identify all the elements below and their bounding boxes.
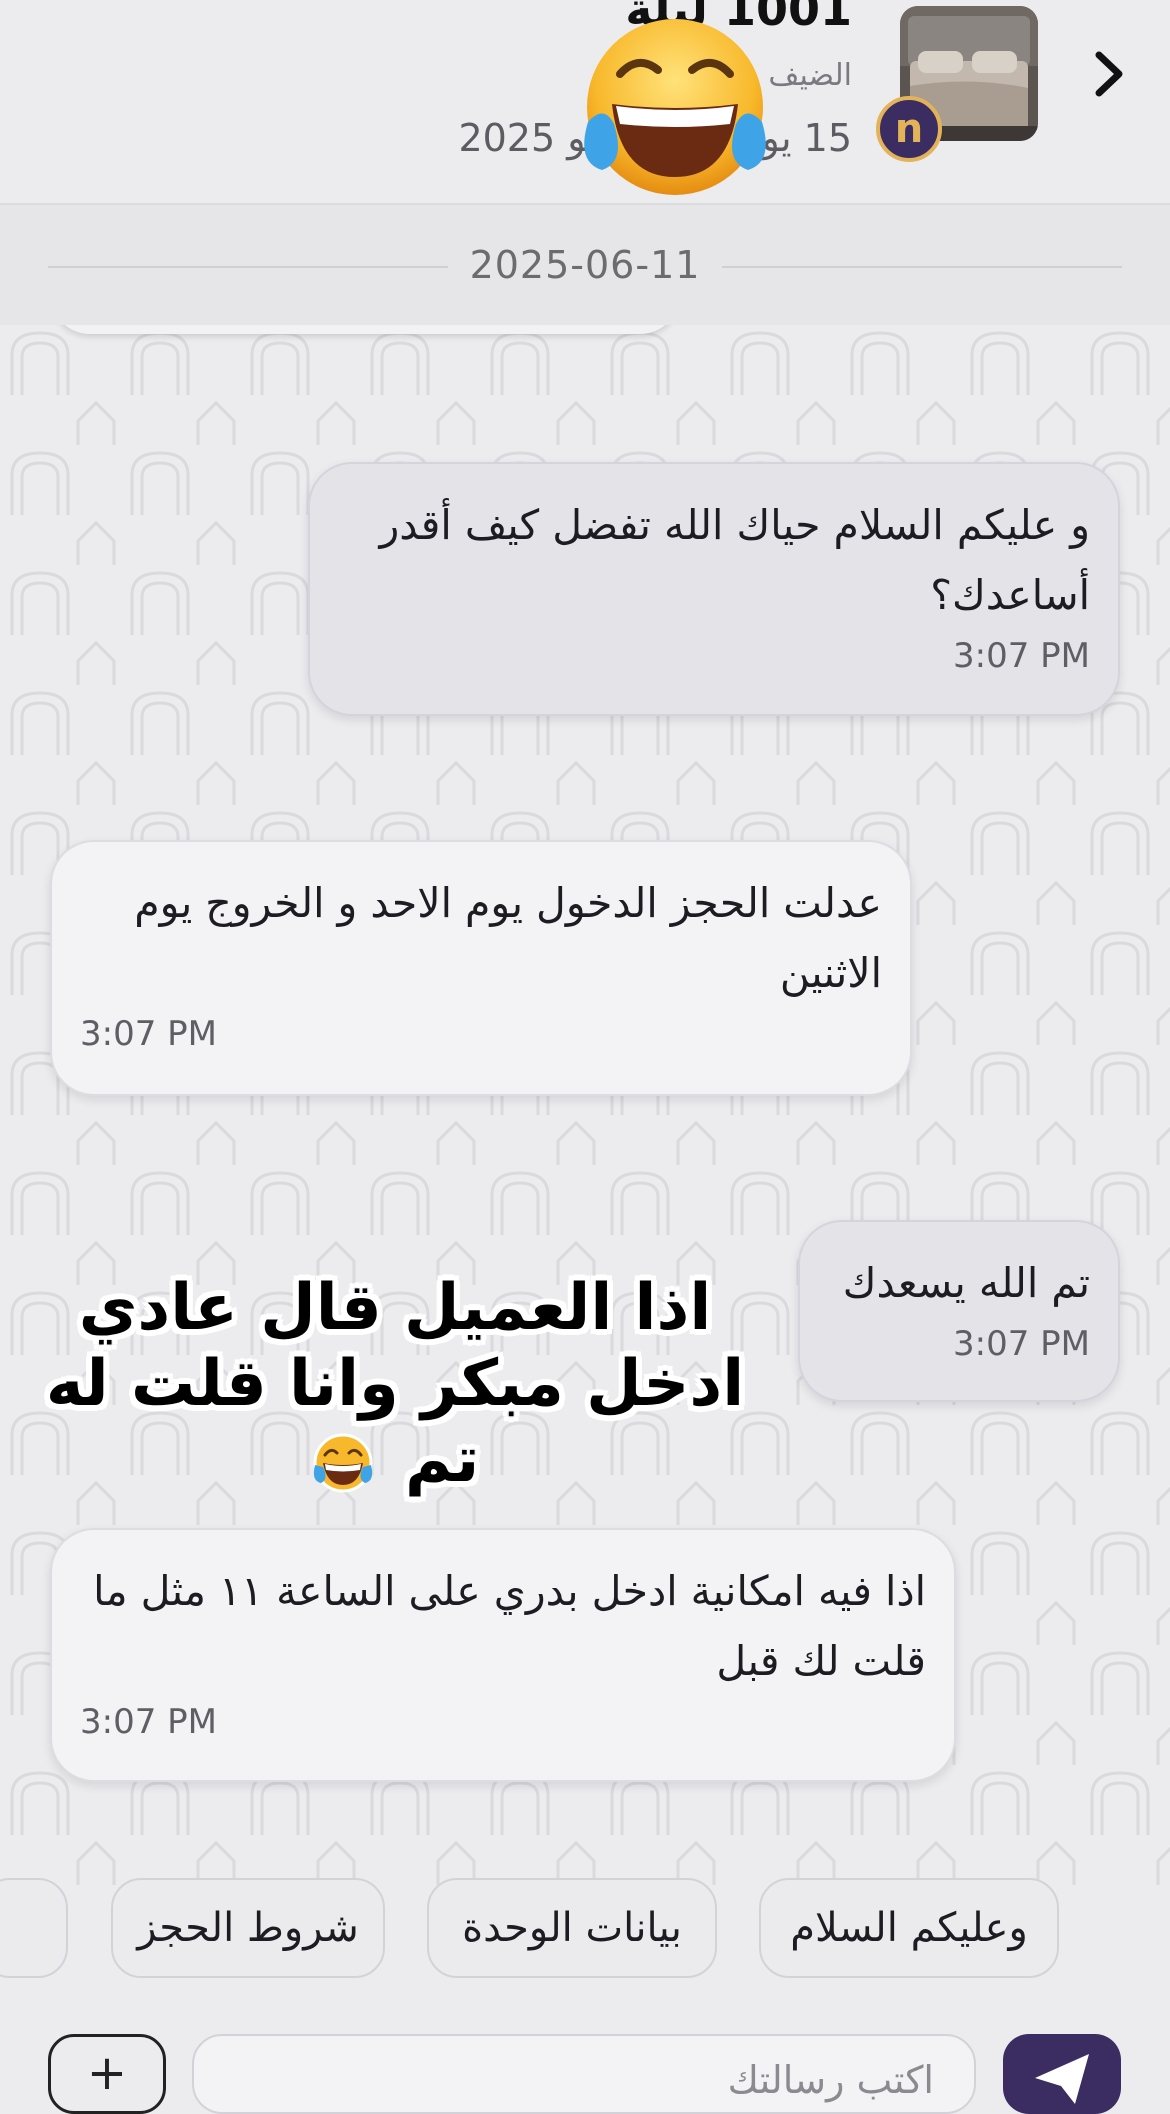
message-outgoing[interactable]: تم الله يسعدك 3:07 PM [798,1220,1120,1402]
message-time: 3:07 PM [80,1702,217,1742]
caption-text: اذا العميل قال عادي ادخل مبكر وانا قلت ل… [45,1271,745,1497]
quick-reply-greeting[interactable]: وعليكم السلام [759,1878,1059,1978]
message-input[interactable]: اكتب رسالتك [192,2034,976,2114]
meme-caption: اذا العميل قال عادي ادخل مبكر وانا قلت ل… [40,1270,750,1498]
laughing-emoji-icon [313,1433,373,1493]
message-text: تم الله يسعدك [842,1259,1090,1307]
message-time: 3:07 PM [953,636,1090,676]
avatar-letter: n [894,106,924,152]
message-text: اذا فيه امكانية ادخل بدري على الساعة ١١ … [93,1567,926,1685]
guest-label: الضيف [768,58,852,93]
message-text: عدلت الحجز الدخول يوم الاحد و الخروج يوم… [134,879,882,997]
host-avatar[interactable]: n [876,96,942,162]
message-outgoing[interactable]: و عليكم السلام حياك الله تفضل كيف أقدر أ… [308,462,1120,716]
message-text: و عليكم السلام حياك الله تفضل كيف أقدر أ… [379,501,1090,619]
message-incoming[interactable]: اذا فيه امكانية ادخل بدري على الساعة ١١ … [50,1528,956,1782]
send-button[interactable] [1003,2034,1121,2114]
laughing-emoji-sticker [584,19,766,195]
date-separator: 2025-06-11 [0,205,1170,325]
back-button[interactable] [1082,44,1138,104]
attach-button[interactable]: + [48,2034,166,2114]
date-separator-text: 2025-06-11 [469,243,701,287]
plus-icon: + [86,2045,128,2101]
message-time: 3:07 PM [80,1014,217,1054]
chevron-right-icon [1095,51,1123,97]
message-time: 3:07 PM [953,1324,1090,1364]
message-incoming[interactable]: عدلت الحجز الدخول يوم الاحد و الخروج يوم… [50,840,912,1096]
message-input-placeholder: اكتب رسالتك [727,2058,934,2102]
quick-reply-booking-terms[interactable]: شروط الحجز [111,1878,385,1978]
quick-reply-chip-hidden[interactable] [0,1878,68,1978]
quick-reply-unit-details[interactable]: بيانات الوحدة [427,1878,717,1978]
send-icon [1035,2054,1089,2104]
